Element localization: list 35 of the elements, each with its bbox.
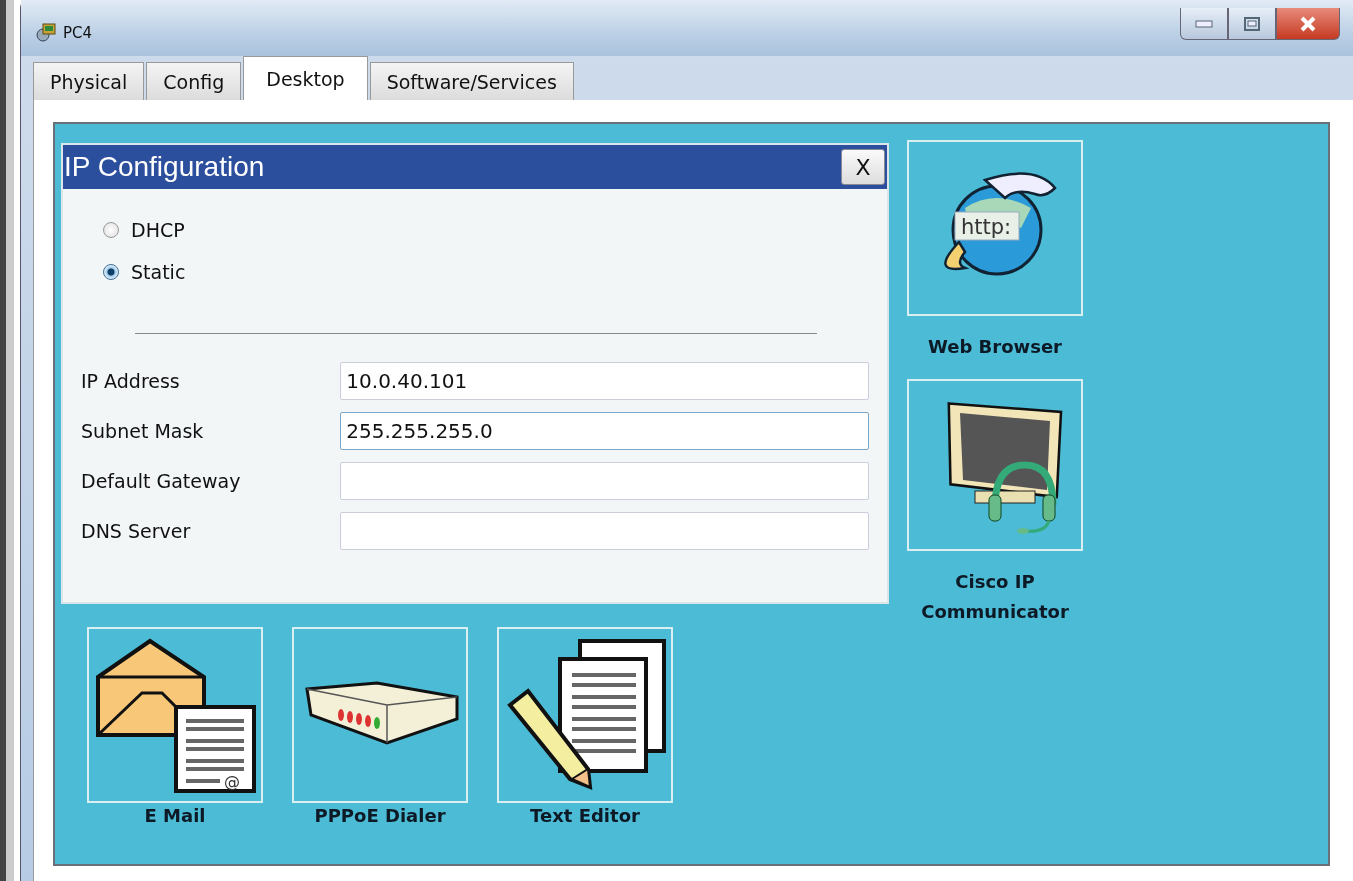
tab[interactable]: Software/Services: [369, 62, 574, 100]
app-tile[interactable]: [292, 627, 468, 803]
app-tile[interactable]: http:: [907, 140, 1083, 316]
app-label: Cisco IP Communicator: [920, 570, 1070, 624]
input-field[interactable]: [340, 512, 869, 550]
input-field[interactable]: 10.0.40.101: [340, 362, 869, 400]
radio-option[interactable]: DHCP: [103, 219, 185, 241]
tab[interactable]: Physical: [33, 62, 145, 100]
input-field[interactable]: 255.255.255.0: [340, 412, 869, 450]
field-label: DNS Server: [81, 520, 192, 542]
app-tile[interactable]: [907, 379, 1083, 551]
close-button[interactable]: X: [841, 149, 885, 185]
radio-button[interactable]: [103, 222, 119, 238]
field-label: IP Address: [81, 370, 181, 392]
field-label: Subnet Mask: [81, 420, 205, 442]
radio-button[interactable]: [103, 264, 119, 280]
tab[interactable]: Desktop: [243, 56, 368, 100]
minimize-icon: [1195, 19, 1213, 28]
app-label: Web Browser: [927, 335, 1063, 359]
close-button[interactable]: [1276, 8, 1340, 40]
tab[interactable]: Config: [146, 62, 242, 100]
maximize-button[interactable]: [1228, 8, 1276, 40]
input-field[interactable]: [340, 462, 869, 500]
app-label: E Mail: [143, 804, 207, 828]
window-title: PC4: [63, 24, 93, 42]
dialog-title: IP Configuration: [63, 151, 265, 183]
minimize-button[interactable]: [1180, 8, 1228, 40]
maximize-icon: [1244, 16, 1260, 31]
radio-option[interactable]: Static: [103, 261, 186, 283]
computer-icon: [35, 22, 57, 44]
app-tile[interactable]: [497, 627, 673, 803]
app-label: PPPoE Dialer: [313, 804, 447, 828]
close-icon: [1299, 15, 1317, 32]
app-label: Text Editor: [529, 804, 641, 828]
field-label: Default Gateway: [81, 470, 242, 492]
